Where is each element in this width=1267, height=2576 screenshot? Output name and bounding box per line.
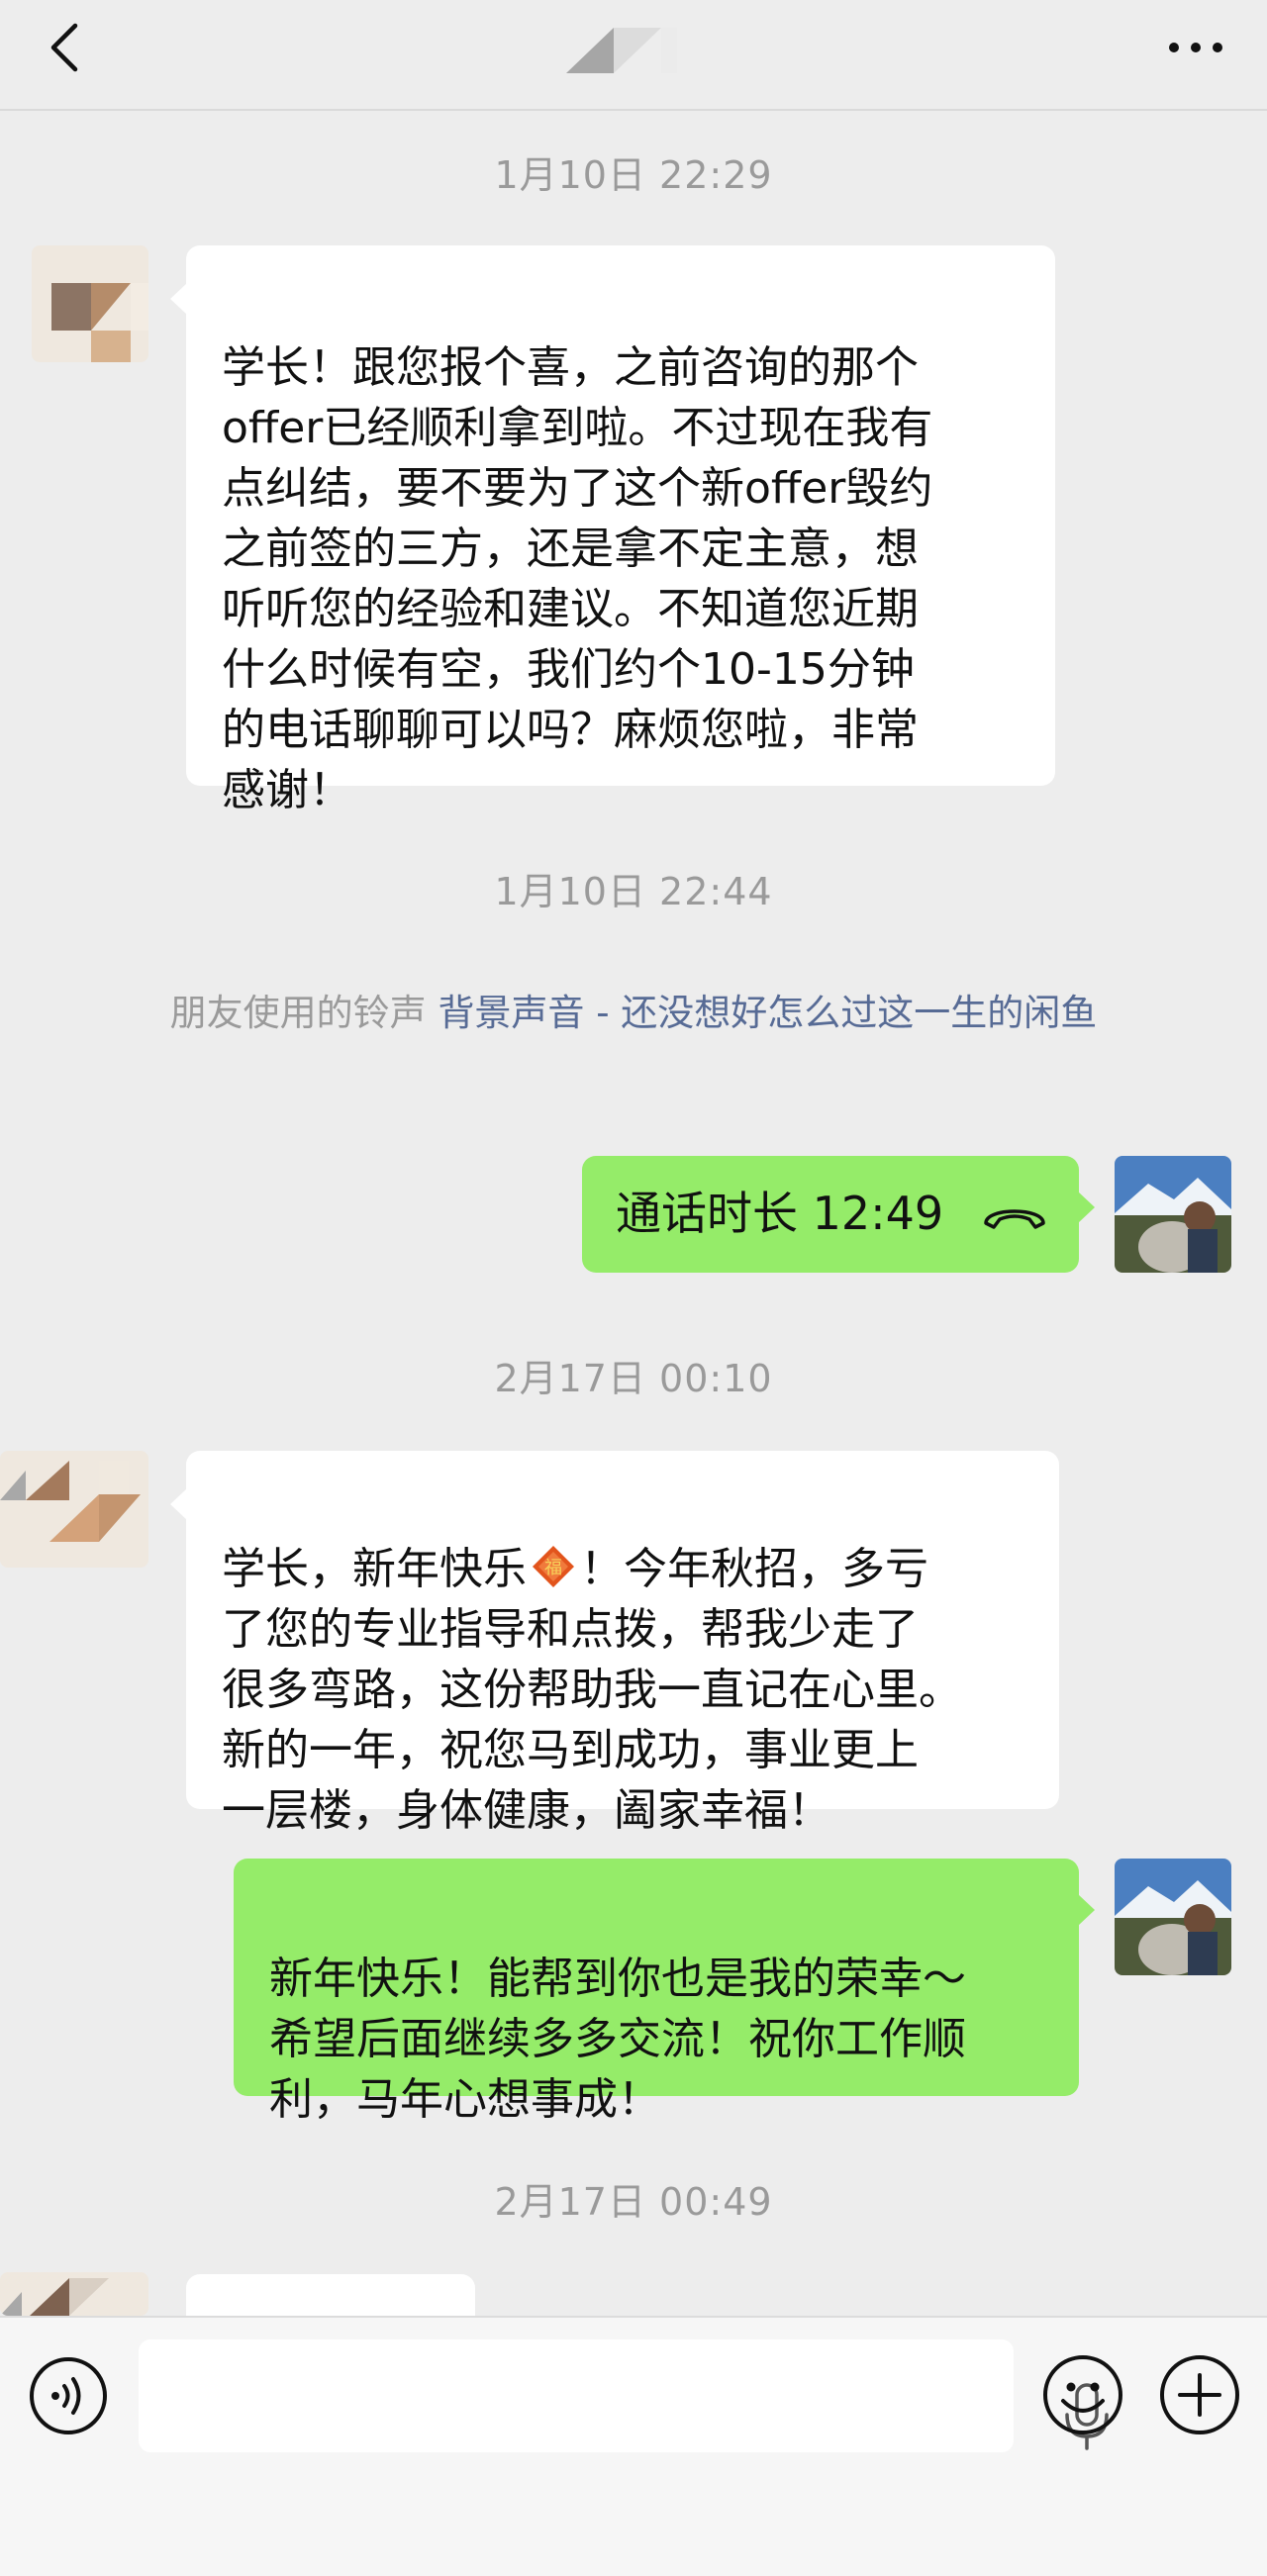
phone-hangup-icon [984,1209,1045,1229]
timestamp: 1月10日 22:29 [494,153,773,197]
timestamp: 2月17日 00:10 [494,1357,773,1400]
my-avatar[interactable] [1115,1859,1231,1975]
timestamp: 2月17日 00:49 [494,2180,773,2224]
emoji-icon[interactable] [1041,2353,1124,2436]
message-text: 学长！跟您报个喜，之前咨询的那个 offer已经顺利拿到啦。不过现在我有 点纠结… [222,342,933,815]
plus-icon[interactable] [1158,2353,1241,2436]
ringtone-notice: 朋友使用的铃声 背景声音 - 还没想好怎么过这一生的闲鱼 [139,990,1128,1037]
chat-header [0,0,1267,111]
message-bubble-incoming[interactable]: 学长，新年快乐福！今年秋招，多亏 了您的专业指导和点拨，帮我少走了 很多弯路，这… [170,1451,1059,1836]
contact-avatar-redacted[interactable] [0,2272,148,2316]
message-text: 新年快乐！能帮到你也是我的荣幸～ 希望后面继续多多交流！祝你工作顺 利，马年心想… [269,1954,966,2125]
fu-icon: 福 [533,1546,574,1587]
input-bar [0,2316,1267,2576]
ringtone-prefix: 朋友使用的铃声 [169,992,439,1034]
message-bubble-outgoing[interactable]: 新年快乐！能帮到你也是我的荣幸～ 希望后面继续多多交流！祝你工作顺 利，马年心想… [234,1859,1095,2125]
contact-avatar-redacted[interactable] [0,1451,148,1568]
message-input[interactable] [139,2339,1109,2452]
call-record-bubble[interactable]: 通话时长 12:49 [582,1156,1095,1273]
message-text: 学长，新年快乐 [222,1544,527,1594]
timestamp: 1月10日 22:44 [494,870,773,913]
svg-text:福: 福 [544,1558,562,1578]
message-bubble-partial[interactable] [186,2274,475,2316]
ringtone-link[interactable]: 背景声音 - 还没想好怎么过这一生的闲鱼 [438,992,1097,1034]
contact-avatar-redacted[interactable] [32,245,148,362]
chat-title-redacted [566,28,677,73]
message-bubble-incoming[interactable]: 学长！跟您报个喜，之前咨询的那个 offer已经顺利拿到啦。不过现在我有 点纠结… [170,245,1055,815]
chevron-left-icon[interactable] [38,18,97,77]
call-duration-label: 通话时长 12:49 [616,1187,944,1240]
voice-icon[interactable] [28,2355,109,2436]
more-dots-icon[interactable] [1160,20,1231,75]
my-avatar[interactable] [1115,1156,1231,1273]
